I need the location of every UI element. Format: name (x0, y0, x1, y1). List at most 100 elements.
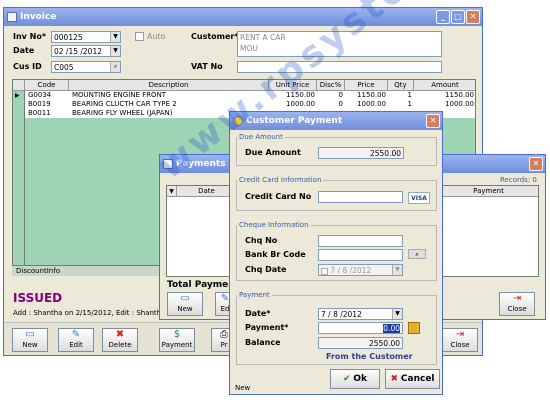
due-section-legend: Due Amount (239, 133, 283, 141)
maximize-button[interactable]: □ (451, 10, 465, 24)
coin-icon (233, 116, 243, 126)
ok-button[interactable]: ✔ Ok (330, 369, 380, 389)
new-icon: ▭ (180, 293, 190, 304)
cell-unit-price: 1000.00 (286, 100, 315, 108)
bank-code-field[interactable] (318, 249, 403, 261)
chevron-down-icon[interactable]: ▼ (392, 265, 402, 275)
payment-section-legend: Payment (239, 291, 270, 299)
cell-code: B0011 (28, 109, 51, 117)
col-amount[interactable]: Amount (414, 80, 476, 91)
due-amount-label: Due Amount (245, 148, 301, 157)
cell-description: MOUNTING ENGINE FRONT (72, 91, 167, 99)
table-row[interactable]: ▶ G0034 MOUNTING ENGINE FRONT 1150.00 0 … (13, 91, 475, 100)
credit-card-field[interactable] (318, 191, 403, 203)
close-button-label: Close (450, 341, 470, 349)
cus-id-field[interactable]: C005 ⌕ (51, 61, 121, 73)
balance-field: 2550.00 (318, 337, 403, 349)
payments-new-button[interactable]: ▭ New (167, 292, 203, 316)
balance-value: 2550.00 (368, 339, 400, 348)
balance-label: Balance (245, 338, 281, 347)
status-badge: ISSUED (13, 291, 63, 305)
col-price[interactable]: Price (345, 80, 388, 91)
close-window-button[interactable]: ✕ (426, 114, 440, 128)
visa-text: VISA (411, 195, 427, 202)
cancel-label: Cancel (400, 374, 435, 384)
customer-payment-title-bar[interactable]: Customer Payment ✕ (230, 112, 442, 130)
dollar-icon: $ (173, 329, 181, 340)
close-window-button[interactable]: ✕ (466, 10, 480, 24)
invoice-date-value: 02 /15 /2012 (54, 47, 102, 56)
new-button-label: New (22, 341, 38, 349)
col-unit-price[interactable]: Unit Price (269, 80, 317, 91)
cancel-button[interactable]: ✖ Cancel (385, 369, 440, 389)
cell-unit-price: 1150.00 (286, 91, 315, 99)
invoice-title: Invoice (20, 12, 57, 22)
bank-code-label: Bank Br Code (245, 250, 306, 259)
col-code[interactable]: Code (25, 80, 69, 91)
dialog-status: New (235, 384, 251, 392)
inv-no-label: Inv No* (13, 32, 47, 41)
invoice-title-bar[interactable]: Invoice _ □ ✕ (4, 8, 482, 26)
edit-icon: ✎ (71, 329, 81, 340)
ok-label: Ok (353, 374, 368, 384)
check-icon: ✔ (342, 374, 351, 384)
payment-amount-field[interactable]: 0.00 (318, 322, 403, 334)
chevron-down-icon[interactable]: ▼ (110, 32, 120, 42)
exit-icon: ⇥ (512, 293, 522, 304)
invoice-date-field[interactable]: 02 /15 /2012 ▼ (51, 45, 121, 57)
cus-id-value: C005 (54, 63, 74, 72)
col-date[interactable]: Date (177, 186, 237, 197)
print-button-label: Pr (220, 341, 228, 349)
customer-label: Customer* (191, 32, 239, 41)
payment-amount-value: 0.00 (383, 324, 400, 333)
auto-checkbox[interactable] (135, 32, 144, 41)
sort-icon[interactable]: ▼ (167, 186, 177, 197)
chevron-down-icon[interactable]: ▼ (110, 46, 120, 56)
inv-no-field[interactable]: 000125 ▼ (51, 31, 121, 43)
cell-disc: 0 (338, 91, 343, 99)
chq-no-label: Chq No (245, 236, 278, 245)
minimize-button[interactable]: _ (436, 10, 450, 24)
from-customer-label: From the Customer (326, 352, 413, 361)
col-description[interactable]: Description (69, 80, 269, 91)
table-row[interactable]: B0019 BEARING CLUCTH CAR TYPE 2 1000.00 … (13, 100, 475, 109)
delete-button[interactable]: ✖ Delete (102, 328, 138, 352)
chevron-down-icon[interactable]: ▼ (392, 309, 402, 319)
payment-button[interactable]: $ Payment (159, 328, 195, 352)
vat-field[interactable] (237, 61, 442, 73)
col-payment[interactable]: Payment (437, 186, 540, 197)
edit-button[interactable]: ✎ Edit (58, 328, 94, 352)
chq-date-value: 7 / 8 /2012 (330, 266, 372, 275)
calculator-icon[interactable] (408, 322, 420, 334)
discount-info-label: DiscountInfo (16, 267, 60, 275)
payment-date-field[interactable]: 7 / 8 /2012 ▼ (318, 308, 403, 320)
payments-new-label: New (177, 305, 193, 313)
cell-disc: 0 (338, 100, 343, 108)
close-window-button[interactable]: ✕ (529, 157, 543, 171)
payment-button-label: Payment (161, 341, 193, 349)
chq-no-field[interactable] (318, 235, 403, 247)
row-selector-header (13, 80, 25, 91)
new-icon: ▭ (25, 329, 35, 340)
visa-icon: VISA (408, 192, 430, 204)
search-icon[interactable]: ⌕ (110, 62, 120, 72)
payments-close-button[interactable]: ⇥ Close (499, 292, 535, 316)
col-qty[interactable]: Qty (388, 80, 414, 91)
inv-no-value: 000125 (54, 33, 83, 42)
chq-date-checkbox[interactable] (321, 267, 328, 275)
cell-amount: 1150.00 (445, 91, 474, 99)
new-button[interactable]: ▭ New (12, 328, 48, 352)
payment-date-value: 7 / 8 /2012 (321, 310, 362, 319)
bank-lookup-icon[interactable]: ⌕ (408, 249, 426, 259)
close-button[interactable]: ⇥ Close (442, 328, 478, 352)
cell-price: 1150.00 (357, 91, 386, 99)
customer-payment-dialog: Customer Payment ✕ Due Amount Due Amount… (229, 111, 443, 395)
customer-line-1: RENT A CAR (240, 33, 286, 42)
payments-close-label: Close (507, 305, 527, 313)
audit-text: Add : Shantha on 2/15/2012, Edit : Shant… (13, 309, 166, 317)
chq-date-field[interactable]: 7 / 8 /2012 ▼ (318, 264, 403, 276)
col-disc[interactable]: Disc% (317, 80, 345, 91)
edit-button-label: Edit (69, 341, 83, 349)
customer-field[interactable]: RENT A CAR MOU (237, 31, 442, 57)
customer-line-2: MOU (240, 44, 258, 53)
